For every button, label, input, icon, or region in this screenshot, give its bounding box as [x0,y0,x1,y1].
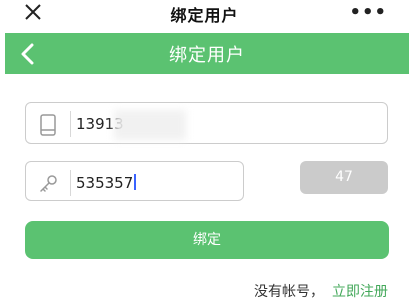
field-divider [70,170,71,196]
field-divider [70,111,71,137]
page-header: 绑定用户 [5,33,409,74]
window-topbar: 绑定用户 ••• [0,0,409,30]
no-account-text: 没有帐号， [254,284,324,300]
verification-code-field[interactable]: 535357 [25,161,244,201]
register-prompt: 没有帐号， 立即注册 [254,281,388,301]
register-link[interactable]: 立即注册 [332,284,388,300]
phone-icon [40,114,56,136]
code-input-text: 535357 [76,174,134,192]
bind-button[interactable]: 绑定 [25,221,389,259]
key-icon [40,175,57,192]
more-options-button[interactable]: ••• [349,2,387,23]
code-input[interactable]: 535357 [76,174,137,192]
window-title: 绑定用户 [170,6,239,25]
text-caret [134,174,137,190]
countdown-button[interactable]: 47 [300,161,388,194]
phone-field[interactable]: 13913 [25,102,388,144]
page-title: 绑定用户 [169,45,245,66]
redaction-blur [114,110,186,140]
